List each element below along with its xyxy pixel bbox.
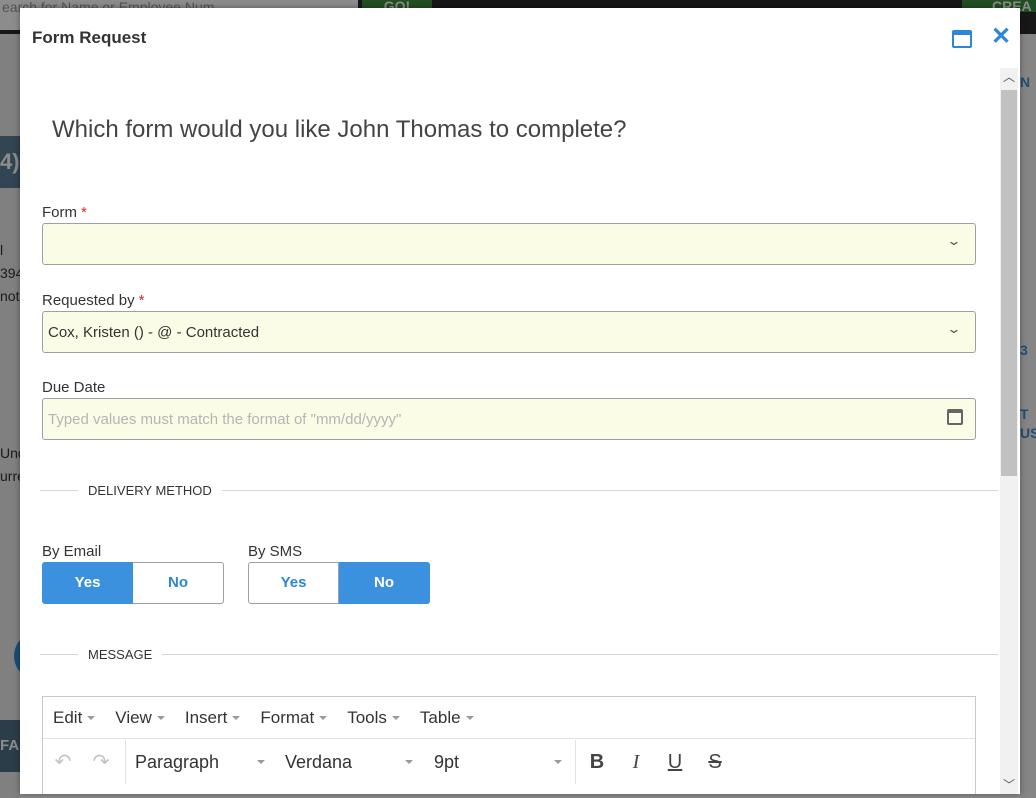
message-heading: MESSAGE bbox=[78, 647, 163, 662]
requested-by-value: Cox, Kristen () - @ - Contracted bbox=[48, 324, 260, 341]
requested-by-label: Requested by * bbox=[42, 292, 144, 309]
menu-format[interactable]: Format bbox=[260, 707, 328, 728]
by-sms-label: By SMS bbox=[248, 543, 303, 560]
scrollbar-thumb[interactable] bbox=[1001, 90, 1017, 476]
font-size-value: 9pt bbox=[434, 752, 460, 772]
toolbar-separator bbox=[125, 740, 126, 784]
due-date-label: Due Date bbox=[42, 379, 106, 396]
caret-down-icon bbox=[156, 716, 165, 721]
message-editor: Edit View Insert Format Tools Table ↶ ↷ … bbox=[42, 696, 976, 794]
caret-down-icon bbox=[391, 716, 400, 721]
caret-down-icon bbox=[554, 760, 562, 764]
requested-by-label-text: Requested by bbox=[42, 292, 135, 309]
menu-table-label: Table bbox=[419, 707, 461, 727]
menu-tools[interactable]: Tools bbox=[347, 708, 400, 728]
dialog-header: Form Request ✕ bbox=[20, 8, 1020, 64]
chevron-down-icon: ⌄ bbox=[946, 233, 962, 248]
block-format-select[interactable]: Paragraph bbox=[135, 740, 265, 784]
caret-down-icon bbox=[232, 716, 241, 721]
font-family-value: Verdana bbox=[285, 752, 353, 772]
form-label-text: Form bbox=[42, 204, 77, 221]
requested-by-select[interactable]: Cox, Kristen () - @ - Contracted ⌄ bbox=[42, 311, 976, 353]
dialog-body: Which form would you like John Thomas to… bbox=[20, 64, 1000, 794]
form-label: Form * bbox=[42, 204, 87, 221]
menu-table[interactable]: Table bbox=[420, 708, 474, 728]
caret-down-icon bbox=[405, 760, 413, 764]
close-icon[interactable]: ✕ bbox=[990, 25, 1012, 49]
caret-down-icon bbox=[257, 760, 265, 764]
italic-button[interactable]: I bbox=[618, 740, 654, 784]
form-select[interactable]: ⌄ bbox=[42, 223, 976, 265]
calendar-icon[interactable] bbox=[947, 409, 963, 425]
section-divider bbox=[40, 654, 998, 655]
underline-button[interactable]: U bbox=[657, 740, 693, 784]
menu-edit-label: Edit bbox=[53, 707, 83, 727]
required-marker: * bbox=[81, 204, 87, 221]
caret-down-icon bbox=[87, 716, 96, 721]
menu-view[interactable]: View bbox=[115, 708, 165, 728]
by-email-label: By Email bbox=[42, 543, 102, 560]
form-request-dialog: Form Request ✕ Which form would you like… bbox=[20, 8, 1020, 794]
block-format-value: Paragraph bbox=[135, 752, 220, 772]
by-email-no-button[interactable]: No bbox=[133, 562, 224, 604]
font-size-select[interactable]: 9pt bbox=[434, 740, 562, 784]
due-date-input[interactable]: Typed values must match the format of "m… bbox=[42, 398, 976, 440]
dialog-scrollbar[interactable]: ︿ ﹀ bbox=[1000, 68, 1018, 794]
scroll-up-icon[interactable]: ︿ bbox=[1000, 68, 1018, 86]
font-family-select[interactable]: Verdana bbox=[285, 740, 413, 784]
menu-insert[interactable]: Insert bbox=[185, 708, 241, 728]
delivery-method-heading: DELIVERY METHOD bbox=[78, 483, 222, 498]
required-marker: * bbox=[138, 292, 145, 309]
menu-insert-label: Insert bbox=[184, 707, 228, 727]
by-sms-toggle: Yes No bbox=[248, 562, 430, 604]
chevron-down-icon: ⌄ bbox=[946, 321, 962, 336]
caret-down-icon bbox=[465, 716, 474, 721]
menu-view-label: View bbox=[115, 707, 152, 727]
editor-toolbar: ↶ ↷ Paragraph Verdana 9pt B I U S bbox=[43, 740, 975, 784]
redo-icon[interactable]: ↷ bbox=[83, 740, 119, 784]
dialog-title: Form Request bbox=[32, 28, 147, 47]
maximize-icon[interactable] bbox=[952, 30, 972, 48]
by-email-toggle: Yes No bbox=[42, 562, 224, 604]
bold-button[interactable]: B bbox=[579, 740, 615, 784]
menu-edit[interactable]: Edit bbox=[53, 707, 96, 728]
menu-format-label: Format bbox=[260, 707, 315, 727]
due-date-placeholder: Typed values must match the format of "m… bbox=[48, 411, 402, 428]
by-sms-yes-button[interactable]: Yes bbox=[248, 562, 339, 604]
strikethrough-button[interactable]: S bbox=[697, 740, 733, 784]
editor-menubar: Edit View Insert Format Tools Table bbox=[43, 697, 975, 739]
by-sms-no-button[interactable]: No bbox=[339, 562, 430, 604]
undo-icon[interactable]: ↶ bbox=[45, 740, 81, 784]
toolbar-separator bbox=[575, 740, 576, 784]
scroll-down-icon[interactable]: ﹀ bbox=[1000, 776, 1018, 794]
question-heading: Which form would you like John Thomas to… bbox=[52, 116, 627, 143]
by-email-yes-button[interactable]: Yes bbox=[42, 562, 133, 604]
menu-tools-label: Tools bbox=[347, 707, 387, 727]
caret-down-icon bbox=[319, 716, 328, 721]
